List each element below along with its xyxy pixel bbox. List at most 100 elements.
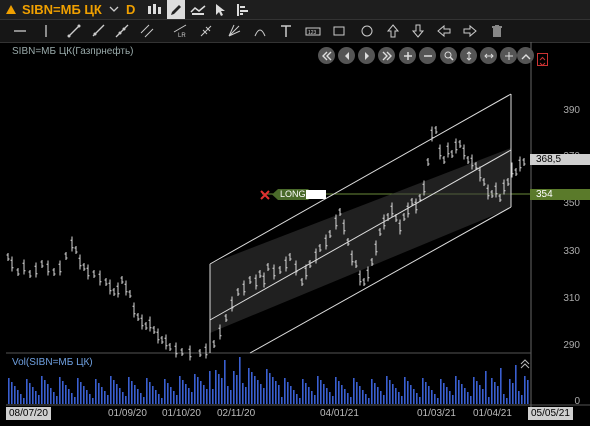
x-label: 01/09/20 — [108, 408, 147, 419]
scroll-right-icon[interactable] — [358, 47, 375, 64]
volume-bar — [197, 377, 199, 404]
extended-line-tool-icon[interactable] — [112, 22, 132, 40]
volume-bar — [308, 387, 310, 404]
volume-bar — [233, 371, 235, 404]
volume-bar — [272, 377, 274, 404]
volume-bar — [221, 378, 223, 404]
zoom-search-icon[interactable] — [440, 47, 457, 64]
price-scale-toggle-icon[interactable] — [537, 53, 548, 67]
volume-bar — [524, 376, 526, 404]
volume-bar — [293, 390, 295, 404]
volume-bar — [278, 385, 280, 404]
arrow-up-tool-icon[interactable] — [383, 22, 403, 40]
volume-bar — [266, 369, 268, 404]
scroll-end-icon[interactable] — [378, 47, 395, 64]
volume-bar — [239, 357, 241, 404]
price-tick: 310 — [563, 293, 580, 304]
price-tick: 290 — [563, 340, 580, 351]
collapse-panel-icon[interactable] — [517, 47, 534, 64]
volume-bar — [95, 379, 97, 404]
price-label-tool-icon[interactable]: 123 — [303, 22, 323, 40]
arrow-right-tool-icon[interactable] — [460, 22, 480, 40]
volume-bar — [473, 377, 475, 404]
volume-bar — [8, 378, 10, 404]
volume-bar — [14, 386, 16, 404]
fit-all-icon[interactable] — [500, 47, 517, 64]
volume-bar — [470, 396, 472, 404]
trend-line-tool-icon[interactable] — [64, 22, 84, 40]
period-label: D — [126, 2, 136, 17]
arrow-left-tool-icon[interactable] — [434, 22, 454, 40]
horizontal-line-tool-icon[interactable] — [10, 22, 30, 40]
volume-bar — [131, 381, 133, 404]
volume-bar — [152, 386, 154, 404]
scroll-left-icon[interactable] — [338, 47, 355, 64]
volume-bar — [263, 388, 265, 404]
arrow-down-tool-icon[interactable] — [408, 22, 428, 40]
x-label: 01/03/21 — [417, 408, 456, 419]
fit-vertical-icon[interactable] — [460, 47, 477, 64]
price-chart[interactable] — [0, 42, 590, 426]
long-order-label[interactable]: LONG — [272, 189, 309, 200]
volume-bar — [68, 389, 70, 404]
volume-bar — [365, 394, 367, 404]
volume-bar — [374, 383, 376, 404]
circle-tool-icon[interactable] — [357, 22, 377, 40]
volume-bar — [104, 391, 106, 404]
volume-bar — [521, 395, 523, 404]
trash-icon[interactable] — [487, 22, 507, 40]
volume-bar — [425, 382, 427, 404]
ticker-selector[interactable]: SIBN=МБ ЦК — [22, 0, 102, 19]
remove-order-x-icon[interactable] — [259, 188, 271, 200]
ray-tool-icon[interactable] — [88, 22, 108, 40]
scroll-start-icon[interactable] — [318, 47, 335, 64]
volume-collapse-icon[interactable] — [520, 356, 530, 369]
volume-bar — [110, 376, 112, 404]
volume-bar — [407, 381, 409, 404]
volume-bar — [62, 381, 64, 404]
volume-bar — [404, 377, 406, 404]
arc-tool-icon[interactable] — [250, 22, 270, 40]
order-quantity-box[interactable] — [306, 190, 326, 199]
volume-bar — [224, 360, 226, 404]
volume-bar — [38, 395, 40, 404]
fan-tool-icon[interactable] — [224, 22, 244, 40]
volume-bar — [248, 368, 250, 404]
volume-profile-icon[interactable] — [233, 0, 251, 19]
indicator-icon[interactable] — [189, 0, 207, 19]
volume-bar — [119, 388, 121, 404]
volume-bar — [494, 382, 496, 404]
volume-bar — [422, 378, 424, 404]
period-selector[interactable]: D — [126, 0, 135, 19]
volume-bar — [77, 378, 79, 404]
fibonacci-tool-icon[interactable] — [196, 22, 216, 40]
volume-bar — [392, 384, 394, 404]
zoom-out-icon[interactable] — [419, 47, 436, 64]
cursor-icon[interactable] — [211, 0, 229, 19]
volume-bar — [182, 380, 184, 404]
candle-chart-icon[interactable] — [145, 0, 163, 19]
volume-bar — [83, 386, 85, 404]
volume-bar — [281, 397, 283, 404]
volume-bar — [329, 392, 331, 404]
volume-bar — [206, 389, 208, 404]
zoom-in-icon[interactable] — [399, 47, 416, 64]
channel-tool-icon[interactable] — [137, 22, 157, 40]
ticker-dropdown-chevron-icon[interactable] — [108, 0, 120, 19]
volume-bar — [410, 385, 412, 404]
volume-bar — [296, 394, 298, 404]
volume-bar — [200, 381, 202, 404]
draw-pencil-icon[interactable] — [167, 0, 185, 19]
volume-bar — [332, 396, 334, 404]
volume-bar — [254, 376, 256, 404]
text-tool-icon[interactable] — [276, 22, 296, 40]
vertical-line-tool-icon[interactable] — [36, 22, 56, 40]
volume-bar — [41, 376, 43, 404]
rectangle-tool-icon[interactable] — [329, 22, 349, 40]
fit-horizontal-icon[interactable] — [480, 47, 497, 64]
volume-tick: 0 — [574, 396, 580, 407]
regression-channel-tool-icon[interactable]: LR — [171, 22, 191, 40]
ticker-alert-icon[interactable] — [4, 0, 18, 19]
volume-bar — [434, 394, 436, 404]
volume-bar — [146, 378, 148, 404]
